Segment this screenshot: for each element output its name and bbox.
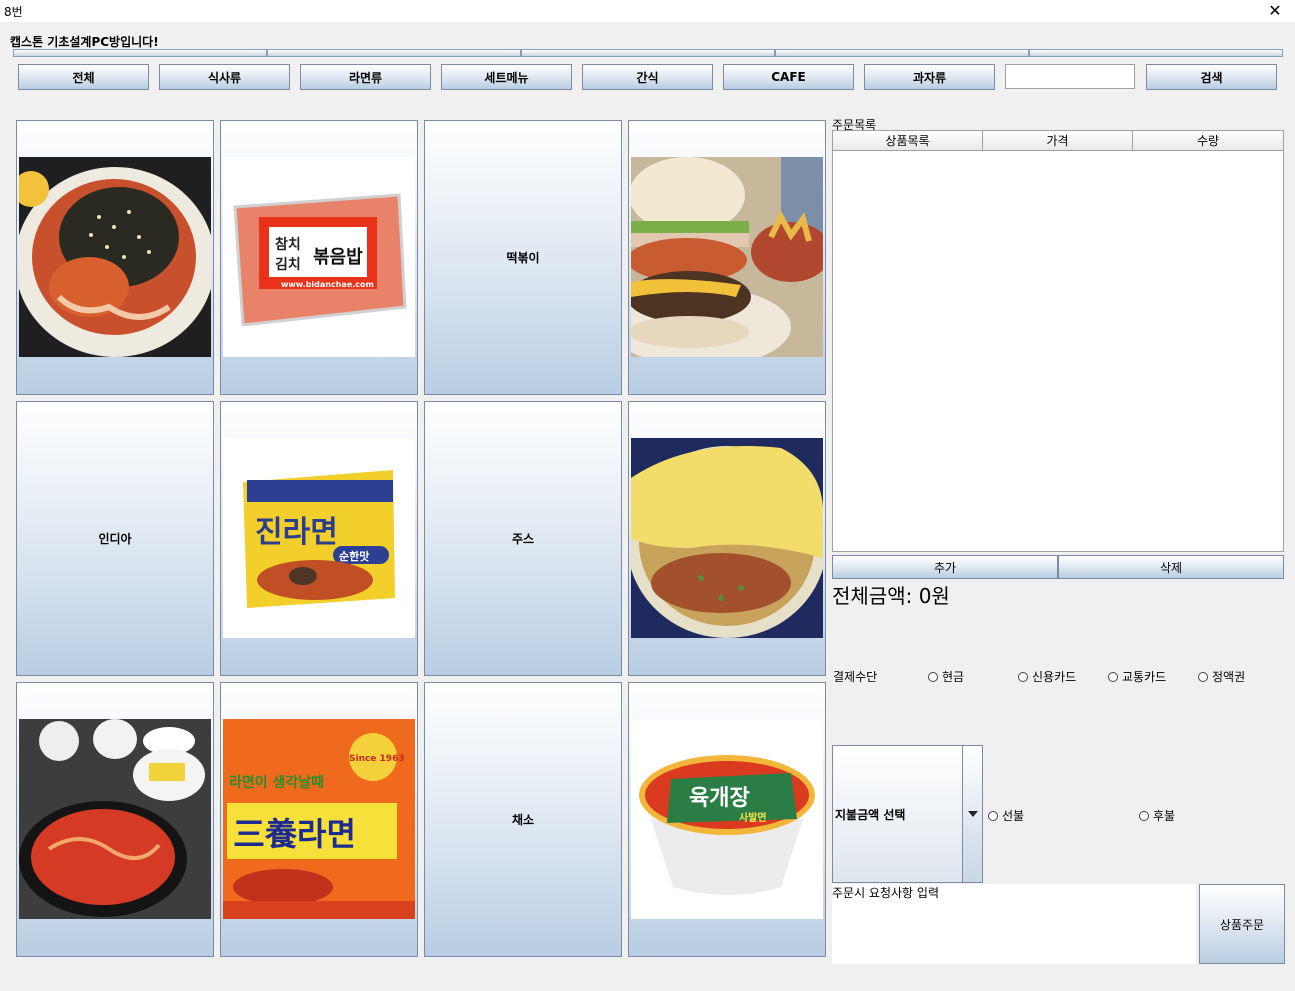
payment-option-credit-card-label: 신용카드 — [1032, 670, 1077, 684]
yukgaejang-cup-image: 육개장 사발면 — [631, 719, 823, 919]
menu-tile-jin-ramen[interactable]: 진라면 순한맛 — [220, 401, 418, 676]
category-button-chips[interactable]: 과자류 — [864, 64, 995, 90]
order-table[interactable]: 상품목록 가격 수량 — [832, 130, 1284, 552]
menu-tile-india[interactable]: 인디아 — [16, 401, 214, 676]
radio-prepay[interactable] — [988, 810, 998, 821]
menu-tile-yukgaejang-cup[interactable]: 육개장 사발면 — [628, 682, 826, 957]
chevron-down-icon[interactable] — [962, 746, 982, 882]
payment-option-cash-label: 현금 — [942, 670, 965, 684]
top-strip-4 — [775, 49, 1029, 57]
prepay-option[interactable]: 선불 — [988, 807, 1024, 824]
payment-method-label: 결제수단 — [833, 670, 878, 684]
top-strip-3 — [521, 49, 775, 57]
column-header-price[interactable]: 가격 — [983, 131, 1133, 151]
samyang-ramen-package-image: Since 1963 라면이 생각날때 三養라면 — [223, 719, 415, 919]
payment-option-transit-card[interactable]: 교통카드 — [1108, 668, 1166, 685]
hamburger-image — [631, 157, 823, 357]
place-order-button[interactable]: 상품주문 — [1199, 884, 1285, 964]
postpay-option-label: 후불 — [1153, 809, 1176, 823]
payment-option-voucher-label: 정액권 — [1212, 670, 1246, 684]
column-header-product[interactable]: 상품목록 — [833, 131, 983, 151]
category-button-all[interactable]: 전체 — [18, 64, 149, 90]
radio-credit-card[interactable] — [1018, 671, 1028, 682]
vegetable-label: 채소 — [511, 813, 535, 827]
ramen-bowl-image — [19, 719, 211, 919]
tteokbokki-label: 떡볶이 — [506, 251, 540, 265]
jin-ramen-package-image: 진라면 순한맛 — [223, 438, 415, 638]
menu-tile-omurice[interactable] — [628, 401, 826, 676]
radio-cash[interactable] — [928, 671, 938, 682]
menu-tile-hamburger[interactable] — [628, 120, 826, 395]
order-request-field[interactable]: 주문시 요청사항 입력 — [832, 884, 1196, 964]
search-button[interactable]: 검색 — [1146, 64, 1277, 90]
category-button-ramen[interactable]: 라면류 — [300, 64, 431, 90]
bibimbap-image — [19, 157, 211, 357]
prepay-option-label: 선불 — [1002, 809, 1025, 823]
fried-rice-kimchi-text: 김치 — [275, 256, 301, 273]
fried-rice-brand-text: 참치 — [275, 237, 301, 253]
fried-rice-package-image: 참치 김치 볶음밥 www.bidanchae.com — [223, 157, 415, 357]
column-header-quantity[interactable]: 수량 — [1133, 131, 1283, 151]
add-button[interactable]: 추가 — [832, 555, 1058, 579]
fried-rice-name-text: 볶음밥 — [313, 247, 363, 268]
menu-tile-vegetable[interactable]: 채소 — [424, 682, 622, 957]
payment-amount-select-text: 지불금액 선택 — [835, 808, 906, 822]
jin-ramen-name-text: 진라면 — [255, 515, 338, 550]
postpay-option[interactable]: 후불 — [1139, 807, 1175, 824]
total-amount: 전체금액: 0원 — [832, 584, 950, 608]
menu-tile-juice[interactable]: 주스 — [424, 401, 622, 676]
menu-tile-bibimbap[interactable] — [16, 120, 214, 395]
top-strip-2 — [267, 49, 521, 57]
fried-rice-url-text: www.bidanchae.com — [281, 280, 374, 289]
category-button-meal[interactable]: 식사류 — [159, 64, 290, 90]
category-button-snack[interactable]: 간식 — [582, 64, 713, 90]
payment-option-transit-card-label: 교통카드 — [1122, 670, 1167, 684]
samyang-name-text: 三養라면 — [233, 815, 356, 853]
category-button-cafe[interactable]: CAFE — [723, 64, 854, 90]
radio-voucher[interactable] — [1198, 671, 1208, 682]
menu-tile-tteokbokki[interactable]: 떡볶이 — [424, 120, 622, 395]
category-button-set[interactable]: 세트메뉴 — [441, 64, 572, 90]
top-strip-1 — [13, 49, 267, 57]
samyang-slogan-text: 라면이 생각날때 — [229, 774, 324, 791]
radio-transit-card[interactable] — [1108, 671, 1118, 682]
omurice-image — [631, 438, 823, 638]
juice-label: 주스 — [511, 532, 535, 546]
yukgaejang-type-text: 사발면 — [739, 811, 767, 824]
top-strip-5 — [1029, 49, 1283, 57]
payment-option-voucher[interactable]: 정액권 — [1198, 668, 1245, 685]
search-input[interactable] — [1005, 64, 1135, 89]
title-bar: 8번 ✕ — [0, 0, 1295, 22]
menu-tile-ramen-bowl[interactable] — [16, 682, 214, 957]
order-request-placeholder: 주문시 요청사항 입력 — [832, 886, 939, 900]
jin-ramen-flavor-text: 순한맛 — [339, 549, 369, 563]
yukgaejang-name-text: 육개장 — [689, 786, 750, 811]
india-label: 인디아 — [98, 532, 132, 546]
menu-tile-fried-rice[interactable]: 참치 김치 볶음밥 www.bidanchae.com — [220, 120, 418, 395]
payment-amount-select[interactable]: 지불금액 선택 — [832, 745, 983, 883]
close-icon[interactable]: ✕ — [1261, 0, 1289, 22]
radio-postpay[interactable] — [1139, 810, 1149, 821]
window-title: 8번 — [4, 5, 23, 19]
header-text: 캡스톤 기초설계PC방입니다! — [10, 35, 159, 49]
payment-option-cash[interactable]: 현금 — [928, 668, 964, 685]
delete-button[interactable]: 삭제 — [1058, 555, 1284, 579]
payment-option-credit-card[interactable]: 신용카드 — [1018, 668, 1076, 685]
menu-tile-samyang-ramen[interactable]: Since 1963 라면이 생각날때 三養라면 — [220, 682, 418, 957]
samyang-since-text: Since 1963 — [349, 754, 405, 764]
